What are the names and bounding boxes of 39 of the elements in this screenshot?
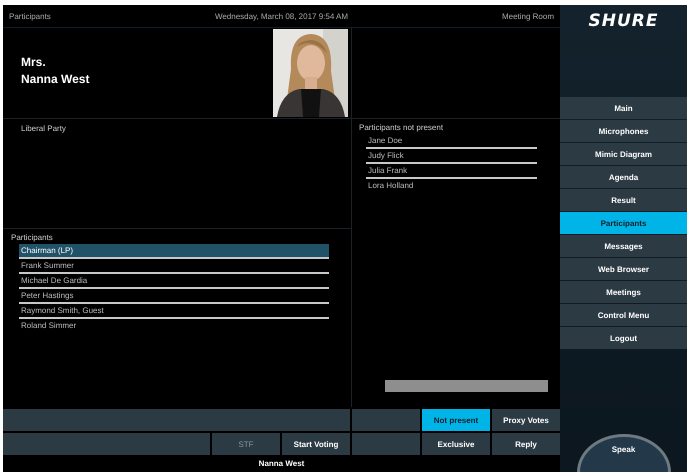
action-button[interactable]: Start Voting [282, 433, 350, 455]
empty-panel [352, 409, 420, 431]
party-name: Liberal Party [21, 124, 66, 133]
participant-item[interactable]: Frank Summer [19, 259, 329, 274]
date-time: Wednesday, March 08, 2017 9:54 AM [214, 12, 348, 20]
nav-button[interactable]: Web Browser [560, 258, 687, 280]
absent-participant-item[interactable]: Judy Flick [366, 149, 537, 164]
nav-button[interactable]: Main [560, 97, 687, 119]
salutation: Mrs. [21, 54, 46, 71]
nav-button[interactable]: Agenda [560, 166, 687, 188]
participant-item[interactable]: Peter Hastings [19, 289, 329, 304]
absent-participant-item[interactable]: Jane Doe [366, 134, 537, 149]
participant-item[interactable]: Roland Simmer [19, 319, 329, 332]
brand-logo: SHURE [588, 11, 658, 31]
absent-participant-item[interactable]: Julia Frank [366, 164, 537, 179]
action-button[interactable]: Exclusive [422, 433, 490, 455]
room-name: Meeting Room [502, 12, 554, 20]
nav-button[interactable]: Messages [560, 235, 687, 257]
participant-title: Participants [11, 233, 53, 242]
nav-button[interactable]: Microphones [560, 120, 687, 142]
status-name: Nanna West [258, 459, 304, 468]
action-button[interactable]: Not present [422, 409, 490, 431]
empty-panel [352, 433, 420, 455]
speaker-name: Nanna West [21, 71, 90, 88]
nav-button[interactable]: Control Menu [560, 304, 687, 326]
nav-button[interactable]: Result [560, 189, 687, 211]
nav-button[interactable]: Mimic Diagram [560, 143, 687, 165]
participant-item[interactable]: Michael De Gardia [19, 274, 329, 289]
screen-title: Participants [9, 12, 52, 20]
action-button[interactable]: Proxy Votes [492, 409, 560, 431]
action-button[interactable]: Reply [492, 433, 560, 455]
participant-item[interactable]: Raymond Smith, Guest [19, 304, 329, 319]
nav-button[interactable]: Logout [560, 327, 687, 349]
absent-participant-item[interactable]: Lora Holland [366, 179, 537, 192]
nav-button[interactable]: Meetings [560, 281, 687, 303]
nav-button[interactable]: Participants [560, 212, 687, 234]
speak-button[interactable]: Speak [576, 434, 670, 472]
participant-item[interactable]: Chairman (LP) [19, 244, 329, 259]
absent-participant-title: Participants not present [359, 123, 444, 132]
